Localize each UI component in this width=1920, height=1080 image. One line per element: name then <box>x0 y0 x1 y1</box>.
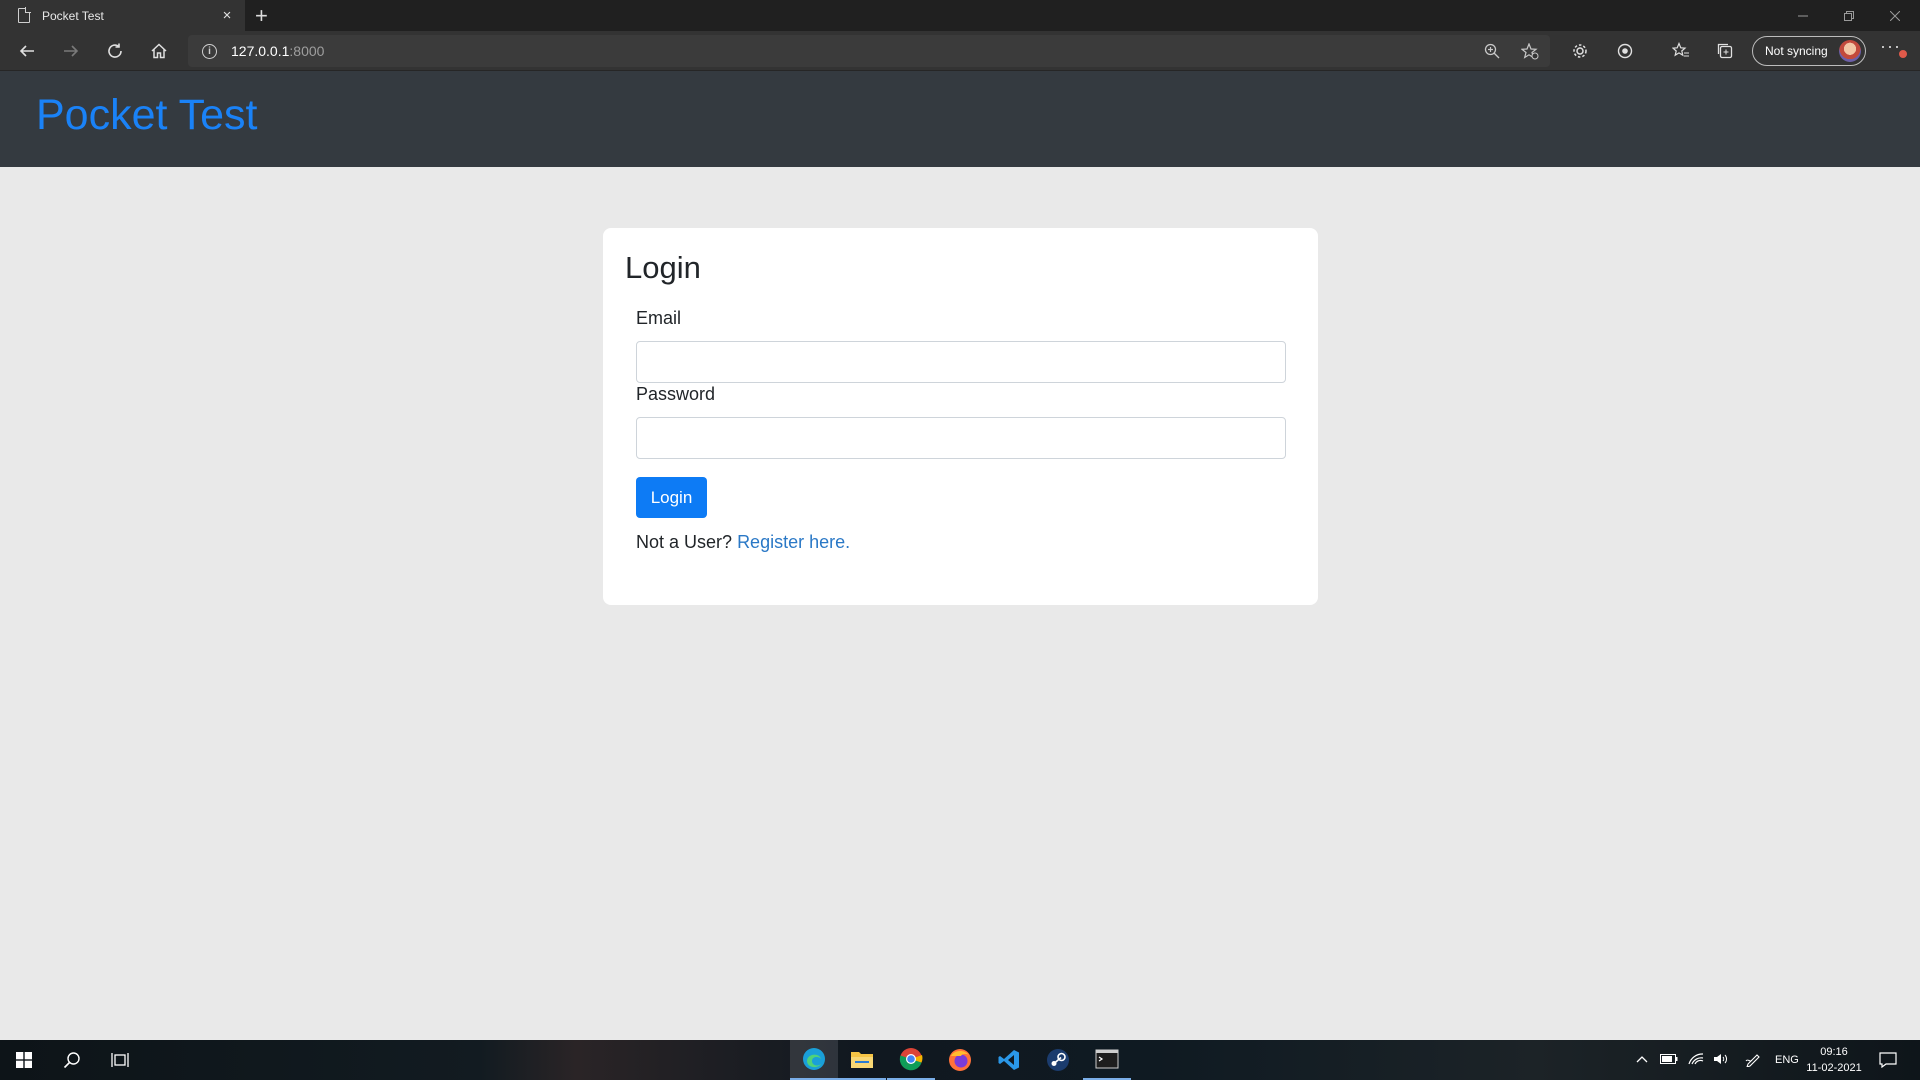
clock-time: 09:16 <box>1820 1046 1848 1058</box>
login-card: Login Email Password Login Not a User? R… <box>603 228 1318 605</box>
sync-profile-button[interactable]: Not syncing <box>1752 36 1866 66</box>
wifi-icon[interactable] <box>1688 1052 1704 1068</box>
search-icon <box>63 1052 80 1069</box>
browser-tabstrip: Pocket Test × + <box>0 0 1920 31</box>
chrome-icon <box>899 1048 923 1071</box>
login-title: Login <box>625 250 701 285</box>
home-icon <box>151 43 167 59</box>
taskbar-edge[interactable] <box>790 1040 838 1080</box>
windows-icon <box>16 1052 32 1068</box>
site-brand[interactable]: Pocket Test <box>36 91 258 140</box>
login-button[interactable]: Login <box>636 477 707 518</box>
chevron-up-icon <box>1636 1056 1648 1063</box>
taskbar-firefox[interactable] <box>936 1040 984 1080</box>
avatar <box>1839 40 1861 62</box>
taskbar-chrome[interactable] <box>887 1040 935 1080</box>
back-button[interactable] <box>12 36 42 66</box>
search-button[interactable] <box>48 1040 96 1080</box>
pen-icon[interactable] <box>1745 1051 1761 1070</box>
minimize-button[interactable] <box>1780 0 1826 31</box>
task-view-icon <box>111 1053 129 1067</box>
email-label: Email <box>636 308 682 328</box>
taskbar-steam[interactable] <box>1034 1040 1082 1080</box>
extension-button[interactable] <box>1565 36 1595 66</box>
restore-button[interactable] <box>1826 0 1872 31</box>
settings-more-button[interactable]: ··· <box>1880 36 1907 58</box>
language-indicator[interactable]: ENG <box>1775 1054 1799 1066</box>
page-icon <box>18 7 31 23</box>
register-prompt: Not a User? Register here. <box>636 532 850 553</box>
collections-button[interactable] <box>1710 36 1740 66</box>
site-navbar: Pocket Test <box>0 71 1920 167</box>
collections-icon <box>1717 43 1733 59</box>
notification-badge <box>1898 50 1907 58</box>
system-tray: ENG <box>1636 1040 1799 1080</box>
browser-toolbar: i 127.0.0.1:8000 Not syncing ··· <box>0 31 1920 71</box>
firefox-icon <box>949 1049 971 1071</box>
arrow-right-icon <box>64 45 79 57</box>
favorites-icon <box>1672 42 1689 57</box>
address-bar[interactable]: i 127.0.0.1:8000 <box>188 35 1550 67</box>
clock-date: 11-02-2021 <box>1806 1062 1862 1074</box>
register-link[interactable]: Register here. <box>737 532 850 552</box>
password-label: Password <box>636 384 716 404</box>
taskbar-terminal[interactable] <box>1083 1040 1131 1080</box>
show-hidden-icons-button[interactable] <box>1636 1054 1648 1066</box>
tab-title: Pocket Test <box>42 8 104 23</box>
extension-button-2[interactable] <box>1610 36 1640 66</box>
tab-close-button[interactable]: × <box>219 7 235 24</box>
notification-center-icon <box>1879 1052 1897 1068</box>
edge-icon <box>803 1048 825 1070</box>
clock[interactable]: 09:16 11-02-2021 <box>1800 1044 1868 1076</box>
battery-icon[interactable] <box>1660 1053 1678 1067</box>
password-field[interactable] <box>636 417 1286 459</box>
new-tab-button[interactable]: + <box>255 3 268 29</box>
reload-icon <box>108 43 122 58</box>
vscode-icon <box>998 1050 1019 1070</box>
windows-taskbar: ENG 09:16 11-02-2021 <box>0 1040 1920 1080</box>
start-button[interactable] <box>0 1040 48 1080</box>
add-favorite-icon[interactable] <box>1520 42 1539 65</box>
taskbar-vscode[interactable] <box>985 1040 1033 1080</box>
register-prompt-text: Not a User? <box>636 532 733 552</box>
email-field[interactable] <box>636 341 1286 383</box>
steam-icon <box>1047 1049 1069 1071</box>
notifications-button[interactable] <box>1864 1040 1912 1080</box>
reload-button[interactable] <box>100 36 130 66</box>
zoom-icon[interactable] <box>1484 43 1500 64</box>
terminal-icon <box>1095 1049 1119 1069</box>
file-explorer-icon <box>851 1052 873 1068</box>
url-text[interactable]: 127.0.0.1:8000 <box>231 43 324 59</box>
target-icon <box>1617 43 1633 59</box>
volume-icon[interactable] <box>1713 1053 1729 1068</box>
close-window-button[interactable] <box>1872 0 1918 31</box>
forward-button[interactable] <box>56 36 86 66</box>
home-button[interactable] <box>144 36 174 66</box>
task-view-button[interactable] <box>96 1040 144 1080</box>
arrow-left-icon <box>19 45 34 57</box>
sync-label: Not syncing <box>1765 44 1828 58</box>
browser-tab[interactable]: Pocket Test × <box>0 0 245 31</box>
gear-icon <box>1573 44 1587 58</box>
favorites-button[interactable] <box>1666 36 1696 66</box>
taskbar-file-explorer[interactable] <box>838 1040 886 1080</box>
info-icon[interactable]: i <box>202 43 217 59</box>
